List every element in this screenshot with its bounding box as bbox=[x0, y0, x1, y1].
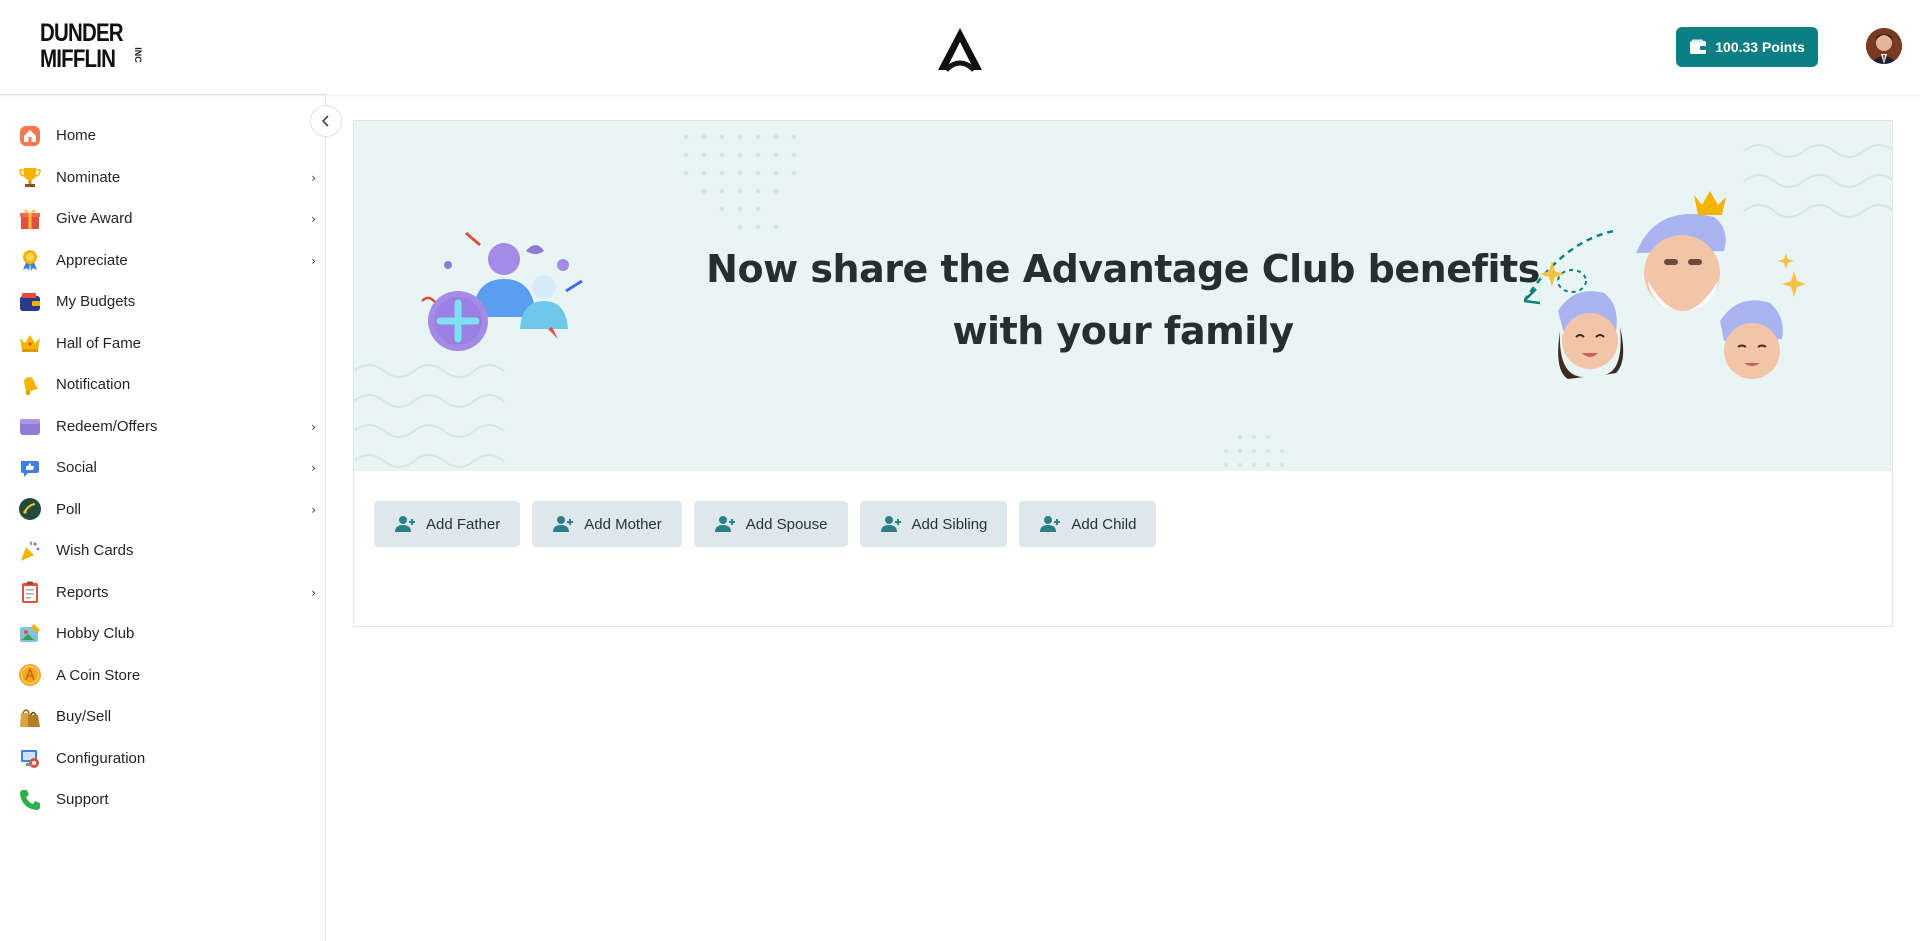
sidebar-item-label: Redeem/Offers bbox=[56, 417, 158, 435]
sidebar-item-label: Hall of Fame bbox=[56, 334, 142, 352]
add-mother-button[interactable]: Add Mother bbox=[532, 501, 682, 547]
company-logo[interactable]: DUNDER MIFFLIN INC bbox=[40, 19, 143, 75]
sidebar-item-give-award[interactable]: Give Award › bbox=[0, 198, 326, 240]
sidebar-item-label: Hobby Club bbox=[56, 625, 135, 643]
add-child-label: Add Child bbox=[1071, 515, 1137, 533]
sidebar-item-wish-cards[interactable]: Wish Cards bbox=[0, 530, 326, 572]
gift-icon bbox=[18, 207, 42, 231]
chevron-right-icon: › bbox=[311, 502, 316, 517]
family-faces-illustration-icon bbox=[1524, 191, 1806, 379]
party-popper-icon bbox=[18, 539, 42, 563]
add-user-icon bbox=[395, 516, 415, 532]
sidebar-item-label: Configuration bbox=[56, 749, 146, 767]
sidebar-item-label: Social bbox=[56, 459, 97, 477]
add-user-icon bbox=[1040, 516, 1061, 532]
add-sibling-button[interactable]: Add Sibling bbox=[859, 501, 1008, 547]
add-father-button[interactable]: Add Father bbox=[374, 501, 521, 547]
sidebar-nav: Home Nominate › Give Award › Appreciate … bbox=[0, 115, 326, 821]
sidebar-item-home[interactable]: Home bbox=[0, 115, 326, 157]
chevron-right-icon: › bbox=[311, 419, 316, 434]
thumbs-up-icon bbox=[18, 456, 42, 480]
crown-icon bbox=[18, 331, 42, 355]
logo-suffix: INC bbox=[132, 47, 143, 63]
sidebar-item-label: Buy/Sell bbox=[56, 708, 112, 726]
sidebar-item-redeem-offers[interactable]: Redeem/Offers › bbox=[0, 406, 326, 448]
sidebar-item-support[interactable]: Support bbox=[0, 779, 326, 821]
sidebar-item-appreciate[interactable]: Appreciate › bbox=[0, 240, 326, 282]
sidebar: Home Nominate › Give Award › Appreciate … bbox=[0, 94, 326, 941]
sidebar-item-buy-sell[interactable]: Buy/Sell bbox=[0, 696, 326, 738]
add-spouse-button[interactable]: Add Spouse bbox=[693, 501, 848, 547]
add-mother-label: Add Mother bbox=[584, 515, 662, 533]
chevron-right-icon: › bbox=[311, 170, 316, 185]
advantage-club-logo-icon[interactable] bbox=[936, 26, 984, 72]
sidebar-item-label: Poll bbox=[56, 500, 82, 518]
bell-icon bbox=[18, 373, 42, 397]
points-balance-button[interactable]: 100.33 Points bbox=[1676, 27, 1818, 67]
add-user-icon bbox=[880, 516, 901, 532]
sidebar-item-label: Support bbox=[56, 791, 109, 809]
logo-line-1: DUNDER bbox=[40, 19, 124, 47]
trophy-icon bbox=[18, 165, 42, 189]
sidebar-item-label: Notification bbox=[56, 376, 131, 394]
paint-icon bbox=[18, 622, 42, 646]
sidebar-item-label: My Budgets bbox=[56, 293, 136, 311]
sidebar-item-nominate[interactable]: Nominate › bbox=[0, 157, 326, 199]
sidebar-collapse-button[interactable] bbox=[310, 105, 342, 137]
chevron-right-icon: › bbox=[311, 461, 316, 475]
add-user-icon bbox=[553, 516, 574, 532]
add-user-icon bbox=[714, 516, 735, 532]
wallet-icon bbox=[1689, 39, 1707, 55]
wallet-icon bbox=[18, 290, 42, 314]
sidebar-item-configuration[interactable]: Configuration bbox=[0, 738, 326, 780]
points-label: 100.33 Points bbox=[1715, 39, 1805, 55]
logo-line-2: MIFFLIN bbox=[40, 45, 116, 73]
add-spouse-label: Add Spouse bbox=[745, 515, 828, 533]
sidebar-item-label: Home bbox=[56, 127, 97, 145]
sidebar-item-label: Wish Cards bbox=[56, 542, 134, 560]
clipboard-icon bbox=[18, 580, 42, 604]
sidebar-item-label: Appreciate bbox=[56, 251, 128, 269]
sidebar-item-hall-of-fame[interactable]: Hall of Fame bbox=[0, 323, 326, 365]
chevron-right-icon: › bbox=[311, 585, 316, 600]
sidebar-item-my-budgets[interactable]: My Budgets bbox=[0, 281, 326, 323]
medal-icon bbox=[18, 248, 42, 272]
purse-icon bbox=[18, 414, 42, 438]
sidebar-item-label: Nominate bbox=[56, 168, 121, 186]
config-icon bbox=[18, 746, 42, 770]
sidebar-item-a-coin-store[interactable]: A Coin Store bbox=[0, 655, 326, 697]
sidebar-item-notification[interactable]: Notification bbox=[0, 364, 326, 406]
poll-icon bbox=[18, 497, 42, 521]
sidebar-item-reports[interactable]: Reports › bbox=[0, 572, 326, 614]
add-family-buttons: Add Father Add Mother Add Spouse Add Sib… bbox=[374, 501, 1157, 547]
top-header: DUNDER MIFFLIN INC 100.33 Points bbox=[0, 0, 1920, 94]
sidebar-item-poll[interactable]: Poll › bbox=[0, 489, 326, 531]
chevron-left-icon bbox=[321, 115, 329, 127]
user-avatar[interactable] bbox=[1866, 28, 1902, 64]
family-share-card: Now share the Advantage Club benefits wi… bbox=[353, 120, 1893, 627]
family-banner: Now share the Advantage Club benefits wi… bbox=[354, 121, 1892, 471]
home-icon bbox=[18, 124, 42, 148]
sidebar-item-label: Give Award bbox=[56, 210, 133, 228]
coin-icon bbox=[18, 663, 42, 687]
sidebar-item-label: Reports bbox=[56, 583, 109, 601]
sidebar-item-label: A Coin Store bbox=[56, 666, 141, 684]
sidebar-item-hobby-club[interactable]: Hobby Club bbox=[0, 613, 326, 655]
phone-icon bbox=[18, 788, 42, 812]
add-sibling-label: Add Sibling bbox=[911, 515, 988, 533]
sidebar-item-social[interactable]: Social › bbox=[0, 447, 326, 489]
chevron-right-icon: › bbox=[311, 253, 316, 268]
add-father-label: Add Father bbox=[426, 515, 501, 533]
shopping-bags-icon bbox=[18, 705, 42, 729]
add-child-button[interactable]: Add Child bbox=[1019, 501, 1157, 547]
chevron-right-icon: › bbox=[311, 212, 316, 226]
